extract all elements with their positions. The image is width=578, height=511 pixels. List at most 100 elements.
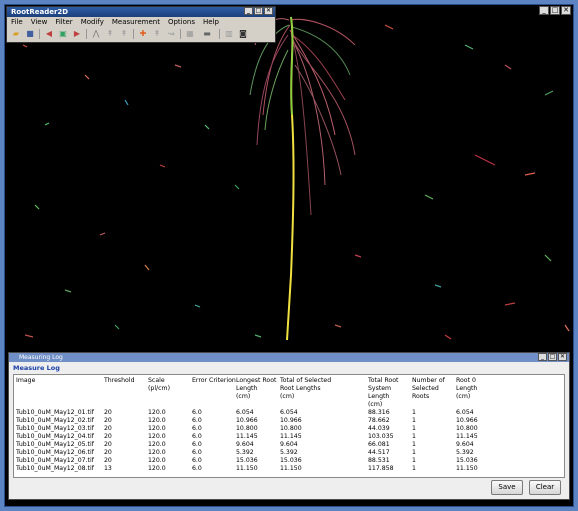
column-header: Error Criterion	[192, 377, 236, 409]
column-header: Threshold	[104, 377, 148, 409]
column-header-line: Scale	[148, 377, 165, 384]
export-icon[interactable]: ▥	[224, 29, 234, 39]
table-cell: 120.0	[148, 409, 166, 416]
table-cell: 44.517	[368, 449, 390, 456]
add-root-icon[interactable]: ✚	[138, 29, 148, 39]
table-cell: 1	[412, 425, 416, 432]
camera-icon[interactable]: ◙	[238, 29, 248, 39]
app-title: RootReader2D	[11, 8, 69, 16]
ruler-icon[interactable]: ▬	[199, 29, 215, 39]
table-cell: 6.0	[192, 441, 202, 448]
minimize-button[interactable]: _	[539, 6, 549, 15]
image-window-controls: _ □ ✕	[539, 6, 571, 15]
root-tool-icon[interactable]: ⋀	[91, 29, 101, 39]
log-close-button[interactable]: ✕	[558, 353, 567, 361]
app-close-button[interactable]: ✕	[264, 7, 273, 15]
table-cell: 20	[104, 409, 112, 416]
column-header-line: Length	[236, 385, 258, 392]
column-header-line: (cm)	[368, 401, 383, 408]
app-minimize-button[interactable]: _	[244, 7, 253, 15]
table-cell: 10.800	[280, 425, 302, 432]
column-header-line: Image	[16, 377, 36, 384]
table-cell: 120.0	[148, 425, 166, 432]
table-cell: 15.036	[456, 457, 478, 464]
app-title-bar[interactable]: RootReader2D _ □ ✕	[7, 7, 275, 17]
table-cell: 20	[104, 441, 112, 448]
table-cell: 11.145	[280, 433, 302, 440]
table-cell: 11.150	[456, 465, 478, 472]
log-title: Measuring Log	[19, 354, 63, 361]
edit-branch-icon[interactable]: ↝	[166, 29, 176, 39]
clear-button[interactable]: Clear	[529, 480, 561, 495]
menu-file[interactable]: File	[11, 17, 23, 27]
column-header-line: Length	[456, 385, 478, 392]
table-cell: 15.036	[236, 457, 258, 464]
menu-modify[interactable]: Modify	[81, 17, 104, 27]
table-cell: 20	[104, 457, 112, 464]
table-cell: 120.0	[148, 417, 166, 424]
table-cell: 1	[412, 409, 416, 416]
column-header-line: (pl/cm)	[148, 385, 170, 392]
menu-view[interactable]: View	[31, 17, 48, 27]
table-cell: Tub10_0uM_May12_02.tif	[16, 417, 94, 424]
save-icon[interactable]: ■	[25, 29, 35, 39]
log-maximize-button[interactable]: □	[548, 353, 557, 361]
table-cell: 6.0	[192, 425, 202, 432]
column-header: Root 0 Length (cm)	[456, 377, 506, 409]
table-cell: 120.0	[148, 457, 166, 464]
branch-tool-icon[interactable]: ↟	[105, 29, 115, 39]
image-icon[interactable]: ▣	[58, 29, 68, 39]
table-row[interactable]: Tub10_0uM_May12_07.tif 20 120.0 6.0 15.036 15…	[16, 457, 506, 465]
table-cell: 10.800	[236, 425, 258, 432]
add-branch-icon[interactable]: ↟	[152, 29, 162, 39]
table-cell: 66.081	[368, 441, 390, 448]
table-cell: 88.316	[368, 409, 390, 416]
redo-icon[interactable]: ▶	[72, 29, 82, 39]
column-header-line: Error Criterion	[192, 377, 236, 384]
table-cell: 120.0	[148, 449, 166, 456]
table-cell: 44.039	[368, 425, 390, 432]
table-cell: 117.858	[368, 465, 394, 472]
save-button[interactable]: Save	[491, 480, 523, 495]
column-header: Scale (pl/cm)	[148, 377, 192, 409]
table-row[interactable]: Tub10_0uM_May12_05.tif 20 120.0 6.0 9.604 9.6…	[16, 441, 506, 449]
branch-tool2-icon[interactable]: ↟	[119, 29, 129, 39]
table-cell: Tub10_0uM_May12_08.tif	[16, 465, 94, 472]
table-cell: 5.392	[456, 449, 474, 456]
table-cell: 6.0	[192, 433, 202, 440]
table-row[interactable]: Tub10_0uM_May12_03.tif 20 120.0 6.0 10.800 10…	[16, 425, 506, 433]
menu-options[interactable]: Options	[168, 17, 195, 27]
maximize-button[interactable]: □	[550, 6, 560, 15]
column-header-line: System Length	[368, 385, 392, 400]
table-cell: 20	[104, 449, 112, 456]
undo-icon[interactable]: ◀	[44, 29, 54, 39]
table-row[interactable]: Tub10_0uM_May12_08.tif 13 120.0 6.0 11.150 11…	[16, 465, 506, 473]
table-cell: 11.145	[236, 433, 258, 440]
measure-log-tab[interactable]: Measure Log	[9, 362, 569, 373]
table-cell: 9.604	[456, 441, 474, 448]
table-cell: Tub10_0uM_May12_07.tif	[16, 457, 94, 464]
table-cell: 6.0	[192, 457, 202, 464]
log-minimize-button[interactable]: _	[538, 353, 547, 361]
table-cell: 6.0	[192, 409, 202, 416]
column-header-line: Number of	[412, 377, 445, 384]
column-header: Image	[16, 377, 104, 409]
table-cell: 13	[104, 465, 112, 472]
table-row[interactable]: Tub10_0uM_May12_01.tif 20 120.0 6.0 6.054 6.0…	[16, 409, 506, 417]
menu-measurement[interactable]: Measurement	[112, 17, 160, 27]
log-title-bar[interactable]: Measuring Log _ □ ✕	[9, 353, 569, 362]
measuring-log-window: Measuring Log _ □ ✕ Measure Log Image Thr…	[8, 352, 570, 500]
table-cell: 20	[104, 425, 112, 432]
table-cell: Tub10_0uM_May12_05.tif	[16, 441, 94, 448]
rootreader-window: RootReader2D _ □ ✕ File View Filter Modi…	[6, 6, 276, 43]
table-row[interactable]: Tub10_0uM_May12_04.tif 20 120.0 6.0 11.145 11…	[16, 433, 506, 441]
table-row[interactable]: Tub10_0uM_May12_02.tif 20 120.0 6.0 10.966 10…	[16, 417, 506, 425]
app-maximize-button[interactable]: □	[254, 7, 263, 15]
close-button[interactable]: ✕	[561, 6, 571, 15]
table-cell: 88.531	[368, 457, 390, 464]
menu-help[interactable]: Help	[203, 17, 219, 27]
table-row[interactable]: Tub10_0uM_May12_06.tif 20 120.0 6.0 5.392 5.3…	[16, 449, 506, 457]
menu-filter[interactable]: Filter	[55, 17, 72, 27]
scale-icon[interactable]: ▦	[185, 29, 195, 39]
open-folder-icon[interactable]: ▰	[11, 29, 21, 39]
